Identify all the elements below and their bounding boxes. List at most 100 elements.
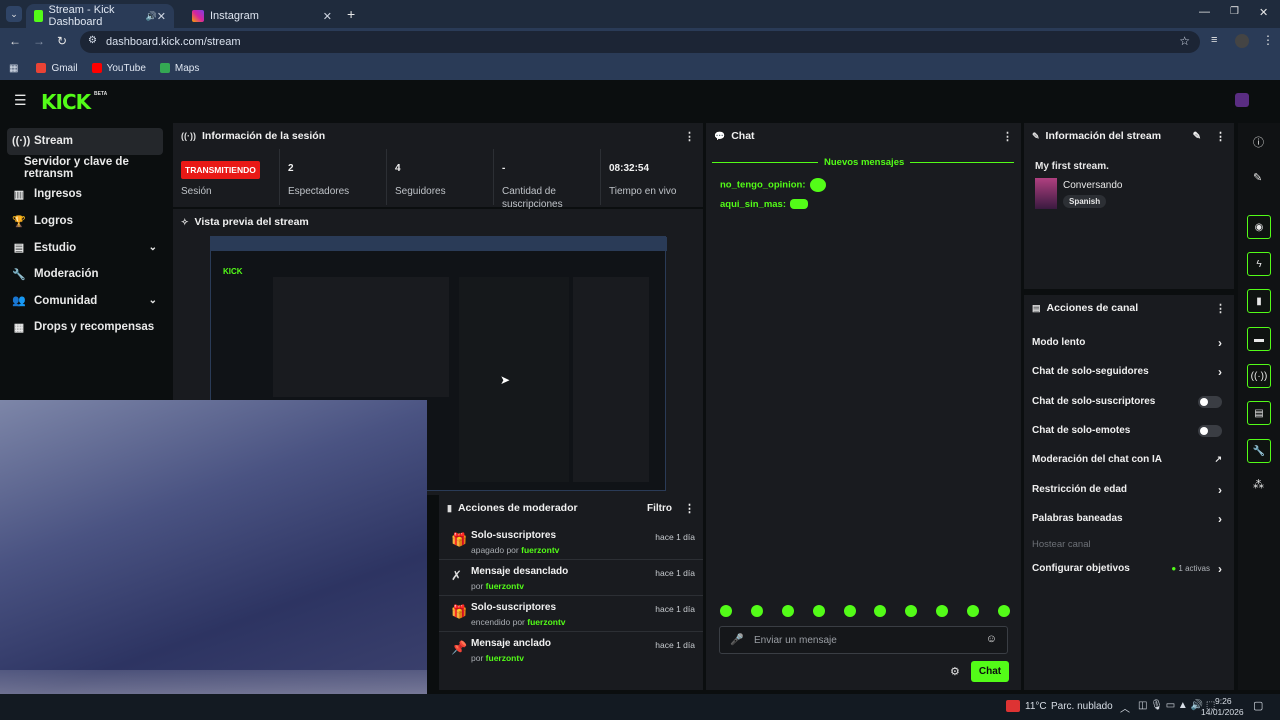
bookmark-maps[interactable]: Maps [159,63,199,74]
info-icon[interactable]: ⓘ [1253,134,1264,150]
emote-icon[interactable] [812,605,825,617]
broadcast-icon[interactable]: ((·)) [1247,364,1271,388]
chat-message[interactable]: no_tengo_opinion: [720,178,826,192]
action-followers-only[interactable]: Chat de solo-seguidores › [1024,357,1234,386]
document-icon[interactable]: ▮ [1247,289,1271,313]
external-link-icon: ↗ [1214,454,1222,464]
chat-message[interactable]: aqui_sin_mas: [720,199,808,210]
emote-icon[interactable] [874,605,887,617]
tab-instagram[interactable]: Instagram ✕ [184,4,340,28]
emote-icon[interactable] [905,605,918,617]
category-name[interactable]: Conversando [1063,180,1122,191]
wrench-icon[interactable]: 🔧 [1247,439,1271,463]
action-banned-words[interactable]: Palabras baneadas › [1024,504,1234,533]
user-avatar[interactable] [1235,93,1249,107]
sidebar-item-moderacion[interactable]: 🔧 Moderación [0,261,170,288]
language-tag: Spanish [1063,195,1107,208]
emote-icon[interactable] [967,605,979,617]
edit-icon[interactable]: ✎ [1253,171,1262,184]
sidebar-item-logros[interactable]: 🏆 Logros [0,208,170,235]
sidebar-item-stream[interactable]: ((·)) Stream [7,128,163,155]
tab-search-icon[interactable]: ⌄ [6,6,22,22]
minimize-icon[interactable]: — [1199,6,1210,18]
emote-icon[interactable] [781,605,794,617]
action-age-restriction[interactable]: Restricción de edad › [1024,475,1234,504]
profile-avatar[interactable] [1235,34,1249,48]
action-goals[interactable]: Configurar objetivos ● 1 activas › [1024,554,1234,583]
tab-kick-dashboard[interactable]: Stream - Kick Dashboard 🔊 ✕ [26,4,174,28]
more-options-icon[interactable]: ⋮ [1002,130,1013,143]
media-icon[interactable]: ≡ [1211,34,1217,46]
forward-icon[interactable]: → [33,34,45,48]
close-window-icon[interactable]: ✕ [1259,6,1268,19]
more-tools-icon[interactable]: ⁂ [1253,478,1264,491]
menu-icon[interactable]: ⋮ [1262,33,1274,47]
bookmark-star-icon[interactable]: ☆ [1179,34,1190,48]
notifications-icon[interactable]: ▢ [1253,699,1263,712]
subscribers-only-toggle[interactable] [1198,395,1222,408]
mod-action-row: ✗ Mensaje desanclado por fuerzontv hace … [439,560,703,596]
panel-header: ✧ Vista previa del stream [181,216,309,228]
sidebar-item-ingresos[interactable]: ▥ Ingresos [0,181,170,208]
reload-icon[interactable]: ↻ [57,34,67,48]
kick-logo[interactable]: KICK [41,90,91,114]
new-tab-icon[interactable]: + [347,6,355,22]
emote-icon[interactable] [750,605,763,617]
bookmark-gmail[interactable]: Gmail [36,63,78,74]
chat-message-input[interactable]: 🎤 Enviar un mensaje ☺ [719,626,1008,654]
url-input[interactable]: ⚙ dashboard.kick.com/stream ☆ [80,31,1200,53]
broadcast-icon: ((·)) [12,135,31,148]
emote-icon[interactable] [720,605,732,617]
sidebar-item-drops[interactable]: ▦ Drops y recompensas [0,314,170,341]
category-thumbnail[interactable] [1035,178,1057,209]
microphone-icon[interactable]: 🎤 [730,633,744,646]
apps-icon[interactable]: ▦ [9,63,18,74]
lightning-icon[interactable]: ϟ [1247,252,1271,276]
action-ai-moderation[interactable]: Moderación del chat con IA ↗ [1024,445,1234,474]
sidebar-item-comunidad[interactable]: 👥 Comunidad ⌄ [0,288,170,315]
more-options-icon[interactable]: ⋮ [1215,302,1226,315]
active-dot-icon: ● [1171,564,1177,573]
pencil-icon[interactable]: ✎ [1193,131,1201,142]
camera-icon[interactable]: ◉ [1247,215,1271,239]
kick-favicon-icon [34,10,43,22]
clock-date[interactable]: 14/01/2026 [1201,707,1244,717]
more-options-icon[interactable]: ⋮ [1215,130,1226,143]
beta-badge: BETA [94,91,108,97]
more-options-icon[interactable]: ⋮ [684,502,695,515]
bookmark-youtube[interactable]: YouTube [91,63,146,74]
preview-icon: ✧ [181,216,189,227]
chevron-up-icon[interactable]: ︿ [1120,700,1130,715]
action-slow-mode[interactable]: Modo lento › [1024,328,1234,357]
mod-action-row: 🎁 Solo-suscriptores encendido por fuerzo… [439,596,703,632]
filter-button[interactable]: Filtro [647,503,672,514]
weather-icon[interactable] [1006,700,1020,712]
chevron-down-icon[interactable]: ⌄ [149,295,157,306]
emotes-only-toggle[interactable] [1198,424,1222,437]
sidebar-item-estudio[interactable]: ▤ Estudio ⌄ [0,234,170,261]
sidebar-item-server-key[interactable]: Servidor y clave de retransm [0,155,170,182]
moderator-actions-panel: ▮ Acciones de moderador Filtro ⋮ 🎁 Solo-… [439,494,703,690]
chat-icon[interactable]: ▬ [1247,327,1271,351]
emote-icon[interactable] [843,605,856,617]
emote-icon[interactable] [936,605,949,617]
back-icon[interactable]: ← [9,34,21,48]
stream-info-panel: ✎ Información del stream ✎ ⋮ My first st… [1024,123,1234,289]
tab-title: Stream - Kick Dashboard [48,4,115,28]
chat-settings-icon[interactable]: ⚙ [950,665,960,678]
emote-icon[interactable] [997,605,1010,617]
layout-icon[interactable]: ▤ [1247,401,1271,425]
weather-desc[interactable]: Parc. nublado [1051,701,1113,712]
emoji-icon[interactable]: ☺ [986,633,997,645]
close-tab-icon[interactable]: ✕ [157,10,166,23]
site-info-icon[interactable]: ⚙ [88,35,97,46]
chat-send-button[interactable]: Chat [971,661,1009,682]
chevron-down-icon[interactable]: ⌄ [149,242,157,253]
weather-temp[interactable]: 11°C [1025,701,1047,712]
hamburger-menu-icon[interactable]: ☰ [14,92,27,109]
clock-time[interactable]: 9:26 [1215,696,1232,706]
audio-icon[interactable]: 🔊 [146,11,157,22]
close-tab-icon[interactable]: ✕ [323,10,332,23]
more-options-icon[interactable]: ⋮ [684,130,695,143]
restore-icon[interactable]: ❐ [1230,6,1239,17]
